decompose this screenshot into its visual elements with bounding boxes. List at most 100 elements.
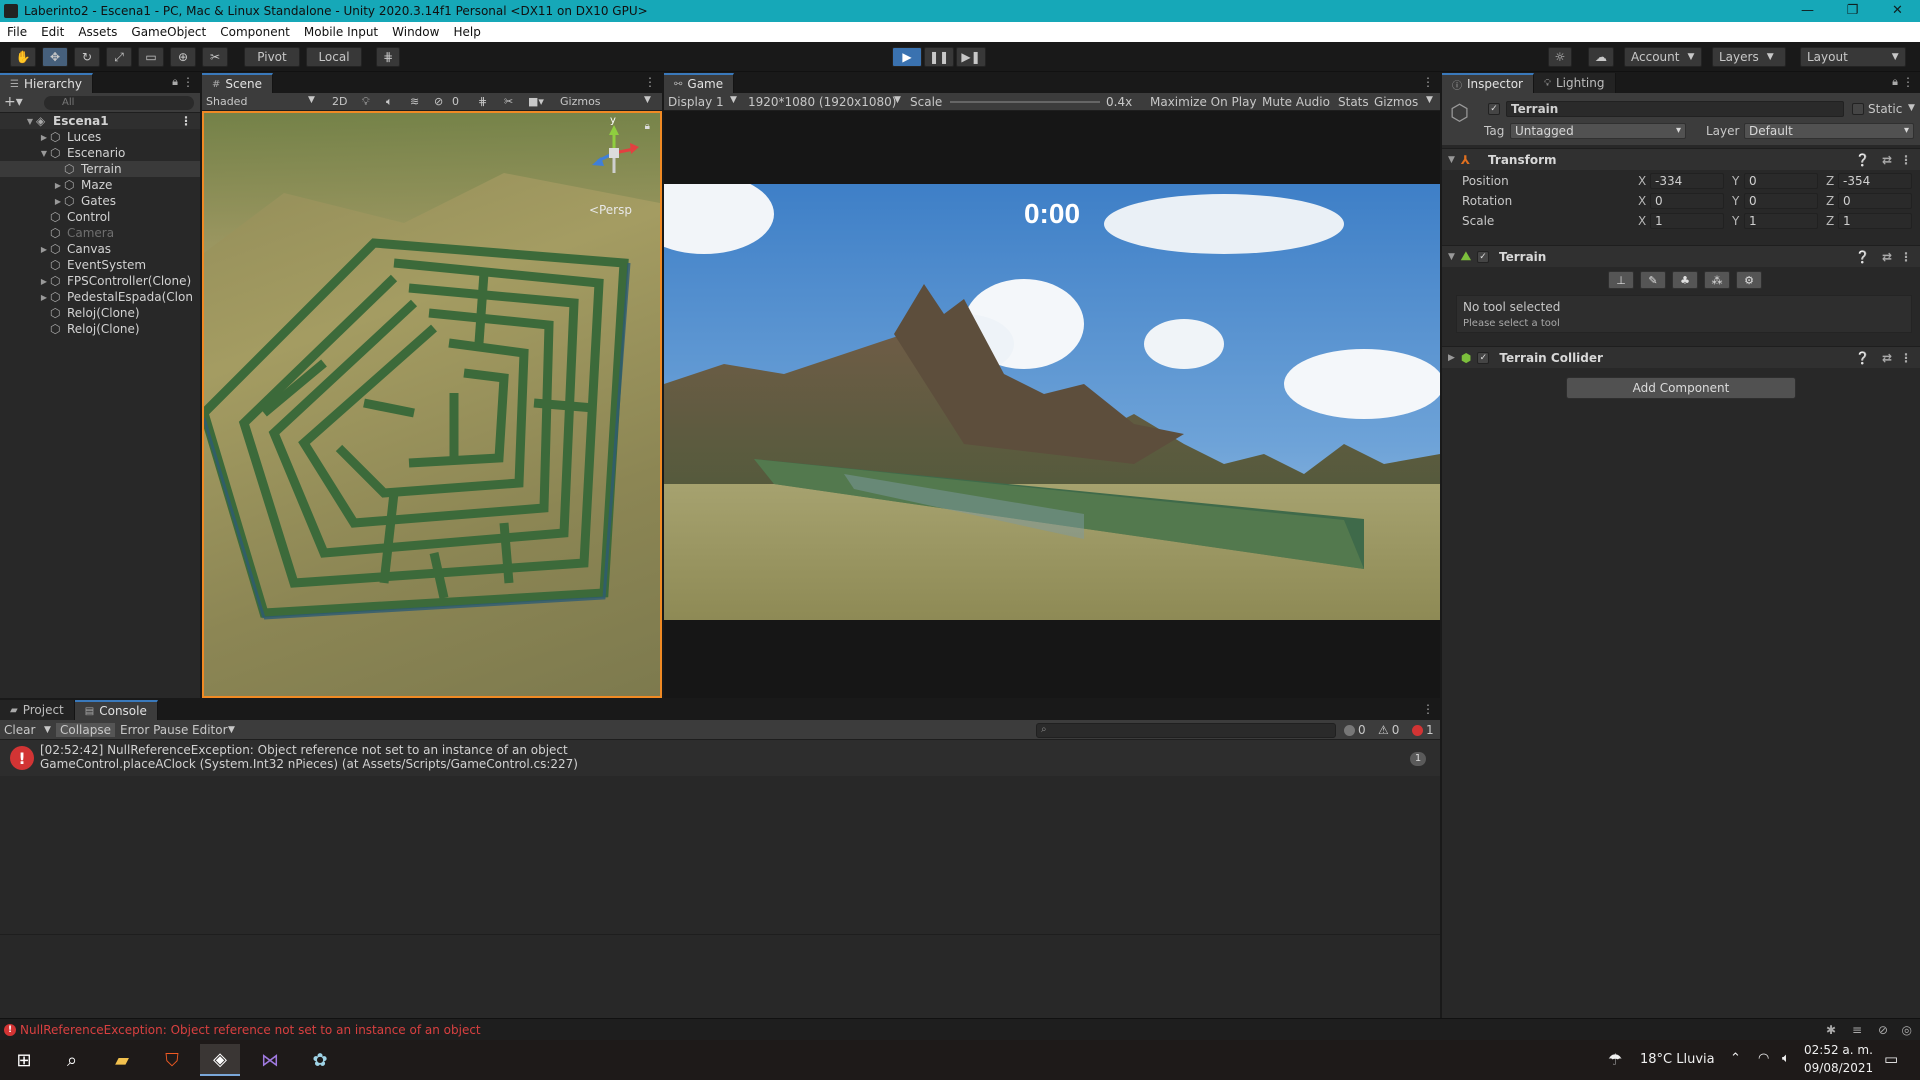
collapse-arrow-icon[interactable]: ▼ — [38, 149, 50, 158]
add-component-button[interactable]: Add Component — [1566, 377, 1796, 399]
transform-scale-x-field[interactable]: 1 — [1650, 213, 1724, 229]
tab-console[interactable]: ▤ Console — [74, 700, 158, 720]
scene-gizmos-dropdown[interactable]: Gizmos — [560, 95, 601, 108]
bug-icon[interactable]: ✱ — [1826, 1023, 1836, 1037]
clock-time[interactable]: 02:52 a. m. — [1804, 1043, 1873, 1057]
preset-icon[interactable]: ⇄ — [1882, 153, 1892, 167]
paint-details-tool-icon[interactable]: ⁂ — [1704, 271, 1730, 289]
transform-rotation-x-field[interactable]: 0 — [1650, 193, 1724, 209]
scene-orientation-gizmo[interactable]: y — [584, 115, 644, 181]
hand-tool-icon[interactable]: ✋ — [10, 47, 36, 67]
restore-button[interactable]: ❐ — [1830, 0, 1875, 22]
chevron-up-icon[interactable]: ⌃ — [1730, 1051, 1741, 1066]
transform-position-x-field[interactable]: -334 — [1650, 173, 1724, 189]
progress-icon[interactable]: ≡ — [1852, 1023, 1862, 1037]
notifications-icon[interactable]: ▭ — [1884, 1050, 1898, 1068]
terrain-enabled-checkbox[interactable]: ✓ — [1477, 250, 1490, 263]
more-options-icon[interactable]: ⋮ — [1422, 702, 1434, 716]
hierarchy-item[interactable]: ▼ ⬡ Escenario — [0, 145, 200, 161]
expand-arrow-icon[interactable]: ▶ — [52, 197, 64, 206]
play-button[interactable]: ▶ — [892, 47, 922, 67]
hierarchy-item[interactable]: ▶ ⬡ Canvas — [0, 241, 200, 257]
menu-assets[interactable]: Assets — [71, 25, 124, 39]
more-options-icon[interactable]: ⋮ — [644, 75, 656, 89]
camera-icon[interactable]: ■▾ — [528, 95, 544, 108]
visual-studio-icon[interactable]: ⋈ — [250, 1044, 290, 1076]
2d-toggle[interactable]: 2D — [332, 95, 347, 108]
tab-game[interactable]: ⚯ Game — [664, 73, 735, 93]
collab-icon[interactable]: ☼ — [1548, 47, 1572, 67]
transform-position-z-field[interactable]: -354 — [1838, 173, 1912, 189]
hierarchy-item[interactable]: ⬡ EventSystem — [0, 257, 200, 273]
transform-rotation-y-field[interactable]: 0 — [1744, 193, 1818, 209]
static-checkbox[interactable] — [1852, 103, 1864, 115]
perspective-label[interactable]: <Persp — [589, 203, 632, 217]
audio-toggle-icon[interactable]: 🔈︎ — [386, 95, 393, 109]
scene-viewport[interactable]: y <Persp 🔒︎ — [202, 111, 662, 698]
tag-dropdown[interactable]: Untagged — [1510, 123, 1686, 139]
menu-edit[interactable]: Edit — [34, 25, 71, 39]
step-button[interactable]: ▶❚ — [956, 47, 986, 67]
transform-header[interactable]: ▼ ⅄ Transform ❔ ⇄ ⋮ — [1442, 148, 1920, 170]
maximize-on-play-toggle[interactable]: Maximize On Play — [1150, 95, 1257, 109]
move-tool-icon[interactable]: ✥ — [42, 47, 68, 67]
terrain-component-header[interactable]: ▼ ⛰︎ ✓ Terrain ❔ ⇄ ⋮ — [1442, 245, 1920, 267]
scale-slider[interactable] — [950, 101, 1100, 103]
lock-icon[interactable]: 🔒︎ — [172, 75, 178, 89]
game-gizmos-dropdown[interactable]: Gizmos — [1374, 95, 1418, 109]
lighting-toggle-icon[interactable]: 💡︎ — [362, 95, 370, 109]
windows-start-icon[interactable]: ⊞ — [4, 1044, 44, 1076]
hierarchy-item[interactable]: ▶ ⬡ Luces — [0, 129, 200, 145]
tab-hierarchy[interactable]: ☰ Hierarchy — [0, 73, 93, 93]
help-icon[interactable]: ❔ — [1855, 153, 1870, 167]
tools-icon[interactable]: ✂ — [504, 95, 513, 108]
menu-help[interactable]: Help — [446, 25, 487, 39]
hierarchy-item[interactable]: ▶ ⬡ FPSController(Clone) — [0, 273, 200, 289]
menu-gameobject[interactable]: GameObject — [124, 25, 213, 39]
brave-browser-icon[interactable]: ⛉ — [152, 1044, 192, 1076]
collider-enabled-checkbox[interactable]: ✓ — [1477, 351, 1490, 364]
hierarchy-item[interactable]: ▶ ⬡ Gates — [0, 193, 200, 209]
console-search-input[interactable]: ⌕ — [1036, 723, 1336, 738]
terrain-settings-tool-icon[interactable]: ⚙ — [1736, 271, 1762, 289]
hidden-objects-icon[interactable]: ⊘ — [434, 95, 443, 108]
scene-root-item[interactable]: ▼ ◈ Escena1 ⋮ — [0, 113, 200, 129]
hierarchy-item[interactable]: ⬡ Reloj(Clone) — [0, 321, 200, 337]
terrain-collider-header[interactable]: ▶ ⬢ ✓ Terrain Collider ❔ ⇄ ⋮ — [1442, 346, 1920, 368]
status-message[interactable]: ! NullReferenceException: Object referenc… — [4, 1023, 481, 1037]
more-options-icon[interactable]: ⋮ — [1902, 75, 1914, 89]
grid-snap-icon[interactable]: ⋕ — [376, 47, 400, 67]
console-details-divider[interactable] — [0, 934, 1440, 935]
log-count-toggle[interactable]: 0 — [1344, 723, 1366, 737]
network-icon[interactable]: ◠ — [1758, 1051, 1769, 1066]
expand-arrow-icon[interactable]: ▶ — [38, 277, 50, 286]
more-options-icon[interactable]: ⋮ — [1422, 75, 1434, 89]
rotate-tool-icon[interactable]: ↻ — [74, 47, 100, 67]
menu-window[interactable]: Window — [385, 25, 446, 39]
hierarchy-item[interactable]: ⬡ Terrain — [0, 161, 200, 177]
transform-position-y-field[interactable]: 0 — [1744, 173, 1818, 189]
menu-mobile-input[interactable]: Mobile Input — [297, 25, 385, 39]
account-dropdown[interactable]: Account ▼ — [1624, 47, 1702, 67]
rect-tool-icon[interactable]: ▭ — [138, 47, 164, 67]
expand-arrow-icon[interactable]: ▶ — [38, 133, 50, 142]
weather-text[interactable]: 18°C Lluvia — [1640, 1052, 1715, 1067]
preset-icon[interactable]: ⇄ — [1882, 250, 1892, 264]
unity-hub-icon[interactable]: ✿ — [300, 1044, 340, 1076]
collapse-toggle[interactable]: Collapse — [56, 723, 115, 737]
scene-menu-icon[interactable]: ⋮ — [180, 114, 192, 128]
preset-icon[interactable]: ⇄ — [1882, 351, 1892, 365]
search-icon[interactable]: ⌕ — [52, 1044, 92, 1076]
console-log-entry[interactable]: ! [02:52:42] NullReferenceException: Obj… — [0, 740, 1440, 776]
collapse-arrow-icon[interactable]: ▼ — [24, 117, 36, 126]
shading-mode-dropdown[interactable]: Shaded — [206, 95, 247, 108]
layer-dropdown[interactable]: Default — [1744, 123, 1914, 139]
editor-dropdown[interactable]: Editor — [192, 723, 228, 737]
menu-file[interactable]: File — [0, 25, 34, 39]
transform-scale-z-field[interactable]: 1 — [1838, 213, 1912, 229]
hierarchy-item[interactable]: ⬡ Camera — [0, 225, 200, 241]
paint-terrain-tool-icon[interactable]: ✎ — [1640, 271, 1666, 289]
file-explorer-icon[interactable]: ▰ — [102, 1044, 142, 1076]
hierarchy-search-input[interactable]: All — [44, 96, 194, 110]
tab-scene[interactable]: # Scene — [202, 73, 273, 93]
